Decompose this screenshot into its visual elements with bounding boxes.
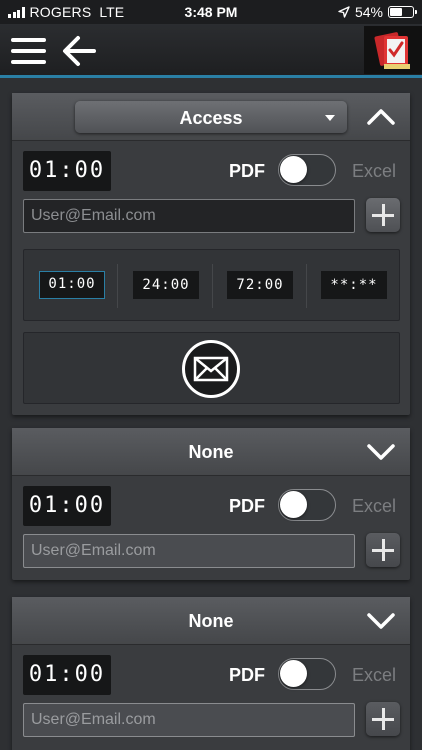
preset-custom[interactable]: **:** [321,271,387,299]
back-arrow-icon[interactable] [62,35,96,67]
panel-title: None [188,611,234,631]
location-arrow-icon [338,6,350,18]
excel-label: Excel [352,161,397,181]
email-row [12,193,410,233]
nav-bar [0,24,422,78]
toggle-knob [280,660,307,687]
battery-icon [388,6,417,18]
time-presets: 01:00 24:00 72:00 **:** [23,249,400,321]
divider [117,264,118,308]
add-email-button[interactable] [366,702,400,736]
email-row [12,528,410,568]
panel-header[interactable]: None [12,428,410,476]
status-right: 54% [338,4,417,20]
email-row [12,697,410,737]
status-bar: ROGERS LTE 3:48 PM 54% [0,0,422,24]
panel-header: Access [12,93,410,141]
pdf-label: PDF [229,161,265,181]
access-dropdown[interactable]: Access [75,101,347,133]
chevron-down-icon[interactable] [366,441,396,463]
battery-percent: 54% [354,4,383,20]
time-row: 01:00 PDF Excel [12,476,410,528]
email-field[interactable] [23,534,355,568]
access-panel: Access 01:00 PDF Excel 01:00 24:00 72:00… [12,93,410,415]
email-field[interactable] [23,703,355,737]
email-field[interactable] [23,199,355,233]
time-display[interactable]: 01:00 [23,151,111,191]
panel-header[interactable]: None [12,597,410,645]
send-area [23,332,400,404]
pdf-label: PDF [229,496,265,516]
excel-label: Excel [352,665,397,685]
app-logo-icon[interactable] [364,26,422,74]
add-email-button[interactable] [366,198,400,232]
caret-down-icon [325,115,335,121]
add-email-button[interactable] [366,533,400,567]
format-toggle[interactable] [278,489,336,521]
excel-label: Excel [352,496,397,516]
format-toggle[interactable] [278,154,336,186]
divider [306,264,307,308]
send-email-button[interactable] [182,340,240,398]
chevron-down-icon[interactable] [366,610,396,632]
toggle-knob [280,156,307,183]
battery-fill [390,8,402,16]
report-book-icon [374,32,410,69]
chevron-up-icon[interactable] [366,106,396,128]
preset-1-hour[interactable]: 01:00 [39,271,105,299]
pdf-label: PDF [229,665,265,685]
time-display[interactable]: 01:00 [23,486,111,526]
time-row: 01:00 PDF Excel [12,141,410,193]
time-row: 01:00 PDF Excel [12,645,410,697]
time-display[interactable]: 01:00 [23,655,111,695]
preset-24-hours[interactable]: 24:00 [133,271,199,299]
none-panel-1: None 01:00 PDF Excel [12,428,410,580]
divider [212,264,213,308]
envelope-icon [193,356,229,382]
dropdown-label: Access [179,108,243,128]
toggle-knob [280,491,307,518]
none-panel-2: None 01:00 PDF Excel [12,597,410,750]
panel-title: None [188,442,234,462]
preset-72-hours[interactable]: 72:00 [227,271,293,299]
format-toggle[interactable] [278,658,336,690]
hamburger-menu-icon[interactable] [11,38,46,64]
